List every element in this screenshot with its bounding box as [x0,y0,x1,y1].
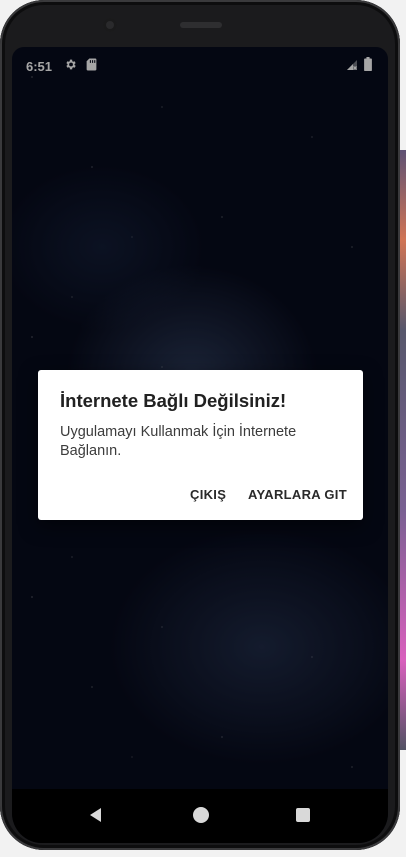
recents-icon[interactable] [296,808,310,822]
phone-frame: 6:51 İnternete Bağlı Değilsiniz! Uygulam… [0,0,400,850]
go-to-settings-button[interactable]: AYARLARA GIT [240,476,355,512]
exit-button[interactable]: ÇIKIŞ [182,476,234,512]
device-screen: 6:51 İnternete Bağlı Değilsiniz! Uygulam… [12,47,388,843]
home-icon[interactable] [193,807,209,823]
back-icon[interactable] [88,807,104,823]
dialog-message: Uygulamayı Kullanmak İçin İnternete Bağl… [60,424,297,459]
screenshot-stage: 6:51 İnternete Bağlı Değilsiniz! Uygulam… [0,0,406,857]
front-camera [103,18,117,32]
navigation-bar [12,789,388,843]
earpiece-speaker [180,22,222,28]
background-edge-decoration [400,150,406,750]
dialog-title: İnternete Bağlı Değilsiniz! [60,390,287,411]
no-internet-dialog: İnternete Bağlı Değilsiniz! Uygulamayı K… [38,370,363,520]
